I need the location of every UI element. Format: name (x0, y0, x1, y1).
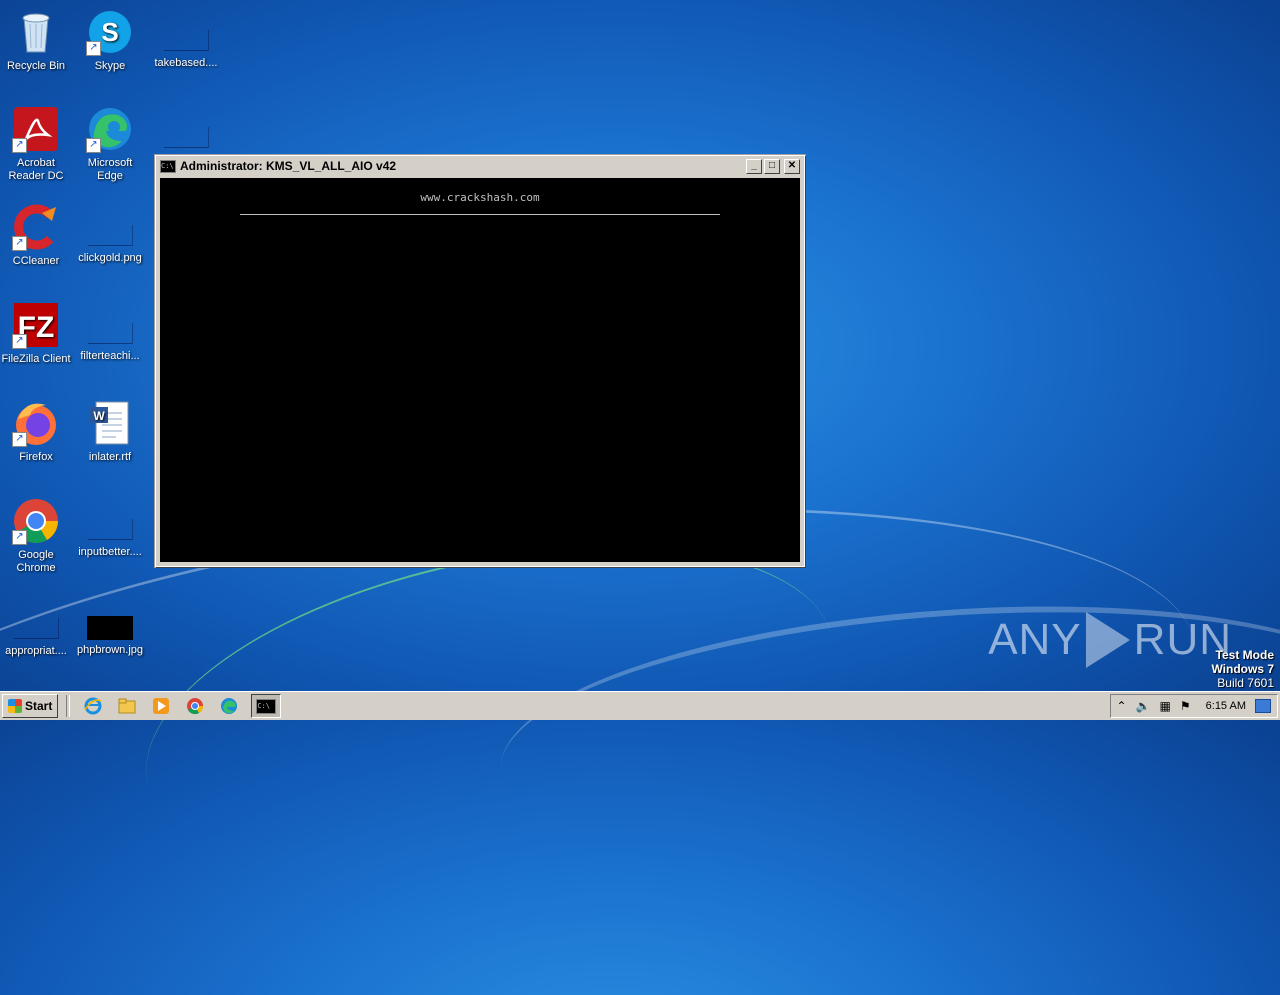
console-separator (240, 214, 720, 215)
blank-file-icon (87, 323, 133, 344)
clock[interactable]: 6:15 AM (1206, 700, 1246, 712)
test-mode-text: Test Mode Windows 7 Build 7601 (1211, 648, 1274, 690)
show-hidden-icons-icon[interactable]: ⌃ (1117, 699, 1127, 713)
maximize-button[interactable]: □ (764, 158, 780, 174)
svg-text:W: W (93, 409, 105, 423)
word-document-icon: W (86, 399, 134, 447)
firefox-icon: ↗ (12, 399, 60, 447)
window-titlebar[interactable]: C:\ Administrator: KMS_VL_ALL_AIO v42 _ … (156, 156, 804, 176)
desktop-icon-ccleaner[interactable]: ↗ CCleaner (0, 203, 72, 268)
blank-file-icon (163, 127, 209, 148)
chrome-icon[interactable] (183, 695, 207, 717)
window-title: Administrator: KMS_VL_ALL_AIO v42 (180, 159, 397, 173)
action-center-flag-icon[interactable]: ⚑ (1180, 699, 1191, 713)
console-url-text: www.crackshash.com (420, 191, 540, 204)
windows-logo-icon (8, 699, 22, 713)
desktop-icon-acrobat[interactable]: ↗ Acrobat Reader DC (0, 105, 72, 183)
shortcut-arrow-icon: ↗ (86, 41, 101, 56)
black-image-icon (87, 616, 133, 640)
test-mode-line1: Test Mode (1215, 648, 1274, 662)
edge-icon[interactable] (217, 695, 241, 717)
desktop-icon-takebased[interactable]: takebased.... (150, 8, 222, 70)
desktop-icon-phpbrown[interactable]: phpbrown.jpg (74, 596, 146, 657)
desktop-icon-filterteachi[interactable]: filterteachi... (74, 301, 146, 363)
cmd-icon[interactable]: C:\ (251, 694, 282, 718)
start-button[interactable]: Start (2, 694, 59, 718)
desktop-icon-skype[interactable]: S ↗ Skype (74, 8, 146, 73)
blank-file-icon (87, 519, 133, 540)
blank-file-icon (163, 30, 209, 51)
recycle-bin-icon (12, 8, 60, 56)
minimize-button[interactable]: _ (746, 158, 762, 174)
anyrun-brand-left: ANY (988, 615, 1082, 664)
taskbar: Start C:\ ⌃ 🔈 ▦ ⚑ 6:15 AM (0, 691, 1280, 720)
media-player-icon[interactable] (149, 695, 173, 717)
taskbar-separator (66, 695, 71, 717)
desktop-icon-filezilla[interactable]: FZ ↗ FileZilla Client (0, 301, 72, 366)
play-icon (1085, 612, 1130, 668)
shortcut-arrow-icon: ↗ (86, 138, 101, 153)
cmd-window[interactable]: C:\ Administrator: KMS_VL_ALL_AIO v42 _ … (155, 155, 805, 567)
blank-file-icon (13, 618, 59, 639)
start-label: Start (25, 699, 53, 713)
skype-icon: S ↗ (86, 8, 134, 56)
show-desktop-icon[interactable] (1255, 699, 1271, 713)
shortcut-arrow-icon: ↗ (12, 334, 27, 349)
desktop-icon-appropriat[interactable]: appropriat.... (0, 596, 72, 658)
volume-icon[interactable]: 🔈 (1136, 699, 1151, 713)
anyrun-watermark: ANY RUN (988, 612, 1232, 668)
test-mode-line2: Windows 7 (1211, 662, 1274, 676)
console-area[interactable]: www.crackshash.com (160, 178, 800, 562)
desktop-icon-clickgold[interactable]: clickgold.png (74, 203, 146, 265)
test-mode-line3: Build 7601 (1217, 676, 1274, 690)
blank-file-icon (87, 225, 133, 246)
desktop-icon-inputbetter[interactable]: inputbetter.... (74, 497, 146, 559)
internet-explorer-icon[interactable] (81, 695, 105, 717)
desktop-icon-recycle-bin[interactable]: Recycle Bin (0, 8, 72, 73)
desktop-icon-firefox[interactable]: ↗ Firefox (0, 399, 72, 464)
desktop-icon-blank[interactable] (150, 105, 222, 154)
shortcut-arrow-icon: ↗ (12, 138, 27, 153)
desktop-icon-chrome[interactable]: ↗ Google Chrome (0, 497, 72, 575)
system-tray: ⌃ 🔈 ▦ ⚑ 6:15 AM (1109, 694, 1278, 718)
shortcut-arrow-icon: ↗ (12, 432, 27, 447)
filezilla-icon: FZ ↗ (12, 301, 60, 349)
svg-text:S: S (101, 17, 118, 47)
ccleaner-icon: ↗ (12, 203, 60, 251)
desktop-icon-inlater[interactable]: W inlater.rtf (74, 399, 146, 464)
close-button[interactable]: ✕ (784, 158, 800, 174)
folder-icon[interactable] (115, 695, 139, 717)
cmd-taskbar-glyph: C:\ (256, 698, 277, 714)
acrobat-icon: ↗ (12, 105, 60, 153)
chrome-icon: ↗ (12, 497, 60, 545)
edge-icon: ↗ (86, 105, 134, 153)
shortcut-arrow-icon: ↗ (12, 530, 27, 545)
desktop-icon-edge[interactable]: ↗ Microsoft Edge (74, 105, 146, 183)
cmd-icon: C:\ (160, 159, 176, 173)
network-icon[interactable]: ▦ (1160, 699, 1171, 713)
shortcut-arrow-icon: ↗ (12, 236, 27, 251)
